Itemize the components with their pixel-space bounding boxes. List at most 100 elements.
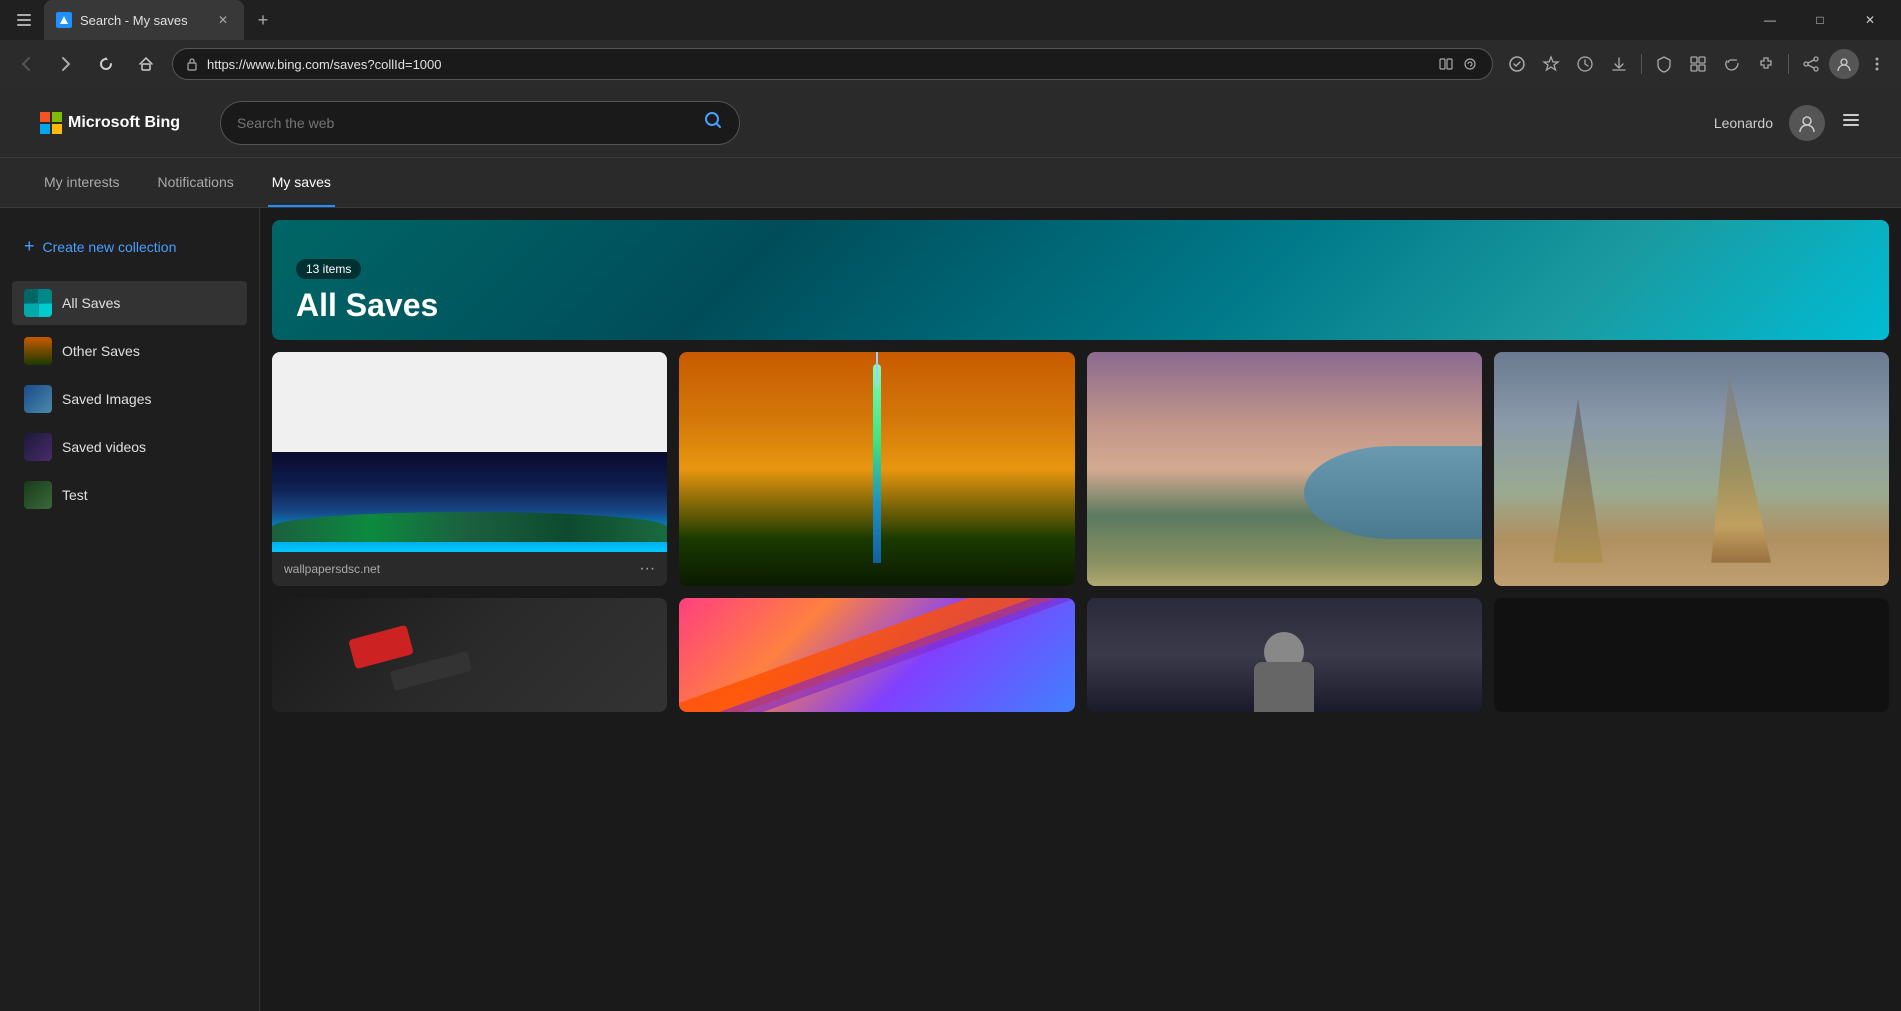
profile-icon[interactable]: [1829, 49, 1859, 79]
browser-essentials-icon[interactable]: [1682, 48, 1714, 80]
logo-sq-blue: [40, 124, 50, 134]
save-menu-1[interactable]: ···: [639, 560, 655, 578]
refresh-button[interactable]: [88, 46, 124, 82]
share-icon[interactable]: [1795, 48, 1827, 80]
save-card-1-info: wallpapersdsc.net ···: [272, 552, 667, 586]
save-card-2-image: [679, 352, 1074, 586]
bing-nav-right: Leonardo: [1714, 105, 1861, 141]
sidebar-toggle[interactable]: [8, 4, 40, 36]
saves-grid: wallpapersdsc.net ··· wallpapersdsc.net …: [260, 340, 1901, 724]
save-card-5[interactable]: ···: [272, 598, 667, 712]
search-submit-icon[interactable]: [703, 110, 723, 135]
downloads-icon[interactable]: [1603, 48, 1635, 80]
microsoft-logo: [40, 112, 62, 134]
active-tab[interactable]: Search - My saves ✕: [44, 0, 244, 40]
save-card-5-image: [272, 598, 667, 712]
extensions-icon[interactable]: [1750, 48, 1782, 80]
sidebar: + Create new collection All Saves Ot: [0, 208, 260, 1011]
bing-logo-text: Microsoft Bing: [68, 114, 180, 132]
favorites-icon[interactable]: [1535, 48, 1567, 80]
create-collection-label: Create new collection: [43, 239, 177, 255]
toolbar-separator-2: [1788, 54, 1789, 74]
settings-menu-icon[interactable]: [1861, 48, 1893, 80]
content-area: 13 items All Saves wallpapersdsc.net: [260, 208, 1901, 1011]
save-card-8-image: [1494, 598, 1889, 712]
nav-bar: https://www.bing.com/saves?collId=1000: [0, 40, 1901, 88]
sidebar-item-saved-images[interactable]: Saved Images: [12, 377, 247, 421]
save-card-7[interactable]: ···: [1087, 598, 1482, 712]
user-avatar[interactable]: [1789, 105, 1825, 141]
toolbar-icons: [1501, 48, 1893, 80]
maximize-button[interactable]: □: [1797, 0, 1843, 40]
collection-header: 13 items All Saves: [272, 220, 1889, 340]
history-icon[interactable]: [1569, 48, 1601, 80]
logo-sq-green: [52, 112, 62, 122]
tab-notifications[interactable]: Notifications: [153, 158, 237, 207]
address-bar[interactable]: https://www.bing.com/saves?collId=1000: [172, 48, 1493, 80]
collection-title: All Saves: [296, 287, 1865, 324]
mountain-peak-2: [1553, 399, 1603, 563]
save-card-4[interactable]: backiee.com ···: [1494, 352, 1889, 586]
minimize-button[interactable]: —: [1747, 0, 1793, 40]
search-input[interactable]: [237, 115, 695, 131]
save-card-7-image: [1087, 598, 1482, 712]
home-button[interactable]: [128, 46, 164, 82]
bing-tabs: My interests Notifications My saves: [0, 158, 1901, 208]
logo-sq-yellow: [52, 124, 62, 134]
title-bar: Search - My saves ✕ + — □ ✕: [0, 0, 1901, 40]
edge-icon[interactable]: [1716, 48, 1748, 80]
forward-button[interactable]: [48, 46, 84, 82]
sidebar-item-other-saves[interactable]: Other Saves: [12, 329, 247, 373]
save-card-3[interactable]: wallpapers.org.es ···: [1087, 352, 1482, 586]
tower-top: [876, 352, 878, 387]
test-thumbnail: [24, 481, 52, 509]
save-card-1[interactable]: wallpapersdsc.net ···: [272, 352, 667, 586]
sidebar-label-all-saves: All Saves: [62, 295, 120, 311]
save-card-2[interactable]: wallpapersdsc.net ···: [679, 352, 1074, 586]
window-controls: — □ ✕: [1747, 0, 1893, 40]
tab-title: Search - My saves: [80, 13, 206, 28]
bing-header: Microsoft Bing Leonardo: [0, 88, 1901, 158]
logo-sq-red: [40, 112, 50, 122]
close-button[interactable]: ✕: [1847, 0, 1893, 40]
person-body: [1254, 662, 1314, 712]
back-button[interactable]: [8, 46, 44, 82]
tab-my-interests[interactable]: My interests: [40, 158, 123, 207]
device-1: [348, 625, 414, 670]
shield-icon[interactable]: [1648, 48, 1680, 80]
url-text: https://www.bing.com/saves?collId=1000: [207, 57, 1428, 72]
create-collection-button[interactable]: + Create new collection: [12, 228, 247, 265]
save-card-6-image: [679, 598, 1074, 712]
address-icons: [1436, 54, 1480, 74]
plus-icon: +: [24, 236, 35, 257]
search-box[interactable]: [220, 101, 740, 145]
other-saves-thumbnail: [24, 337, 52, 365]
mountain-peak-1: [1711, 375, 1771, 562]
save-card-8[interactable]: ···: [1494, 598, 1889, 712]
sidebar-label-saved-images: Saved Images: [62, 391, 152, 407]
tab-my-saves[interactable]: My saves: [268, 158, 335, 207]
sidebar-label-test: Test: [62, 487, 88, 503]
tab-close-button[interactable]: ✕: [214, 11, 232, 29]
earth-image: [272, 452, 667, 552]
new-tab-button[interactable]: +: [248, 5, 278, 35]
toolbar-separator: [1641, 54, 1642, 74]
earth-surface: [272, 512, 667, 542]
save-card-6[interactable]: ···: [679, 598, 1074, 712]
tower-shape: [873, 364, 881, 563]
sidebar-item-all-saves[interactable]: All Saves: [12, 281, 247, 325]
save-card-1-image: [272, 352, 667, 552]
sidebar-label-other-saves: Other Saves: [62, 343, 140, 359]
save-card-3-image: [1087, 352, 1482, 586]
hamburger-menu[interactable]: [1841, 110, 1861, 136]
read-mode-icon[interactable]: [1436, 54, 1456, 74]
user-name-label: Leonardo: [1714, 115, 1773, 131]
person-figure: [1254, 632, 1314, 712]
sidebar-item-saved-videos[interactable]: Saved videos: [12, 425, 247, 469]
copilot-icon[interactable]: [1460, 54, 1480, 74]
coast-water: [1304, 446, 1482, 540]
sidebar-item-test[interactable]: Test: [12, 473, 247, 517]
save-source-1: wallpapersdsc.net: [284, 562, 380, 576]
items-count-badge: 13 items: [296, 259, 361, 279]
copilot-toolbar-icon[interactable]: [1501, 48, 1533, 80]
